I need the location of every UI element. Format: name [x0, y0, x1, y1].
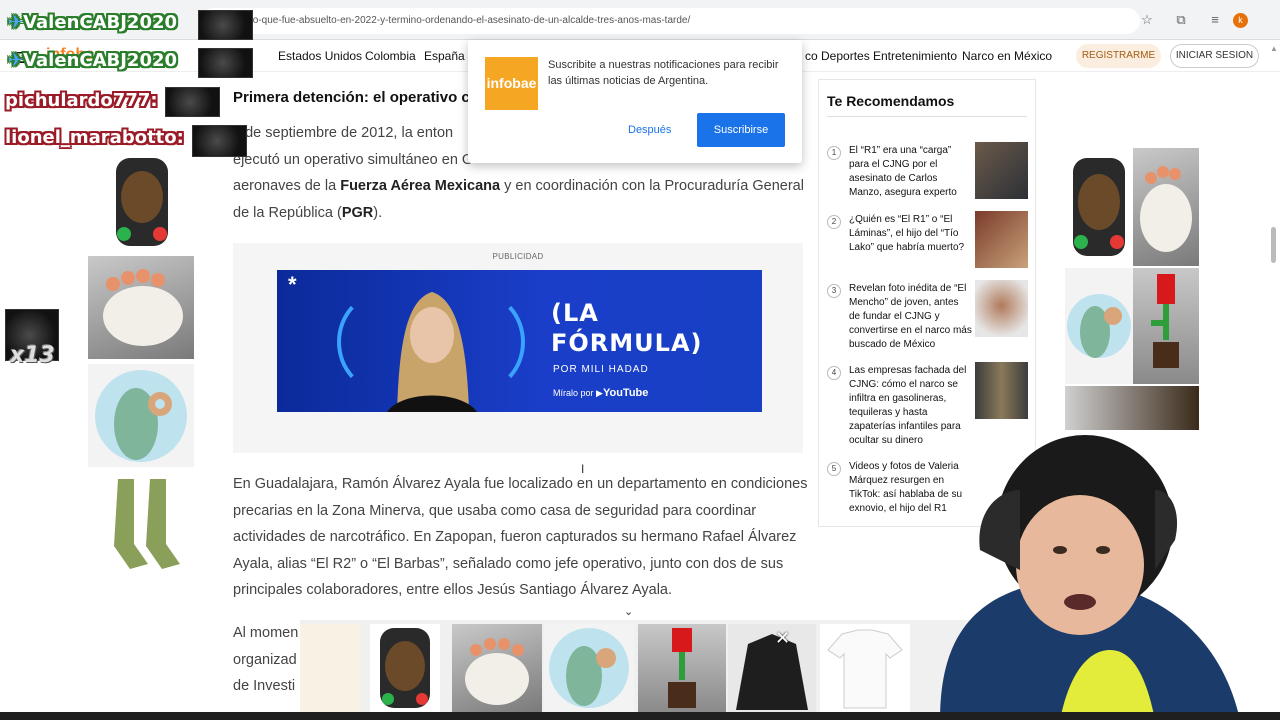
pixel-rose-image: [638, 624, 726, 712]
popup-message: Suscribite a nuestras notificaciones par…: [548, 59, 779, 87]
chat-username: lionel_marabotto:: [5, 127, 184, 148]
nav-item-deportes[interactable]: co Deportes: [805, 49, 870, 63]
item-headline[interactable]: Revelan foto inédita de “El Mencho” de j…: [849, 282, 972, 352]
croc-hand-image: [1133, 148, 1199, 266]
text-cursor-icon: I: [581, 462, 585, 476]
nav-item-estados-unidos[interactable]: Estados Unidos: [278, 49, 362, 63]
webcam-overlay: [920, 430, 1280, 720]
liberty-donut-image: [544, 624, 634, 712]
ad-title: (LA FÓRMULA): [551, 299, 703, 357]
item-number: 5: [827, 462, 841, 476]
youtube-play-icon: ▶: [596, 388, 603, 398]
croc-hand-image: [452, 624, 542, 712]
popup-logo: infobae: [485, 57, 538, 110]
nav-item-entretenimiento[interactable]: Entretenimiento: [873, 49, 957, 63]
login-button[interactable]: INICIAR SESION: [1170, 44, 1259, 68]
socks-image: [100, 474, 186, 574]
nav-item-espana[interactable]: España: [424, 49, 465, 63]
asterisk-icon: *: [288, 272, 297, 297]
item-number: 4: [827, 366, 841, 380]
product-image-partial: [1065, 386, 1199, 430]
article-paragraph-1b: ejecutó un operativo simultáneo en G: [233, 152, 473, 168]
ad-container: PUBLICIDAD * (LA FÓRMULA) POR MILI HADAD …: [233, 243, 803, 453]
bookmark-star-icon[interactable]: ☆: [1139, 12, 1155, 28]
backpack-image: [1065, 152, 1133, 260]
ad-banner[interactable]: * (LA FÓRMULA) POR MILI HADAD Míralo por …: [277, 270, 762, 412]
article-paragraph-2: En Guadalajara, Ramón Álvarez Ayala fue …: [233, 476, 808, 598]
article-paragraph-1d: de la República (PGR).: [233, 205, 383, 221]
item-number: 3: [827, 284, 841, 298]
article-paragraph-1a: 6 de septiembre de 2012, la enton: [233, 125, 454, 141]
chat-username: ✈ValenCABJ2020: [8, 12, 178, 33]
chat-username: pichulardo777:: [5, 90, 158, 111]
item-headline[interactable]: El “R1” era una “carga” para el CJNG por…: [849, 144, 972, 200]
item-number: 2: [827, 215, 841, 229]
item-thumbnail[interactable]: [975, 211, 1028, 268]
product-tile: [300, 624, 360, 712]
item-headline[interactable]: ¿Quién es “El R1” o “El Láminas”, el hij…: [849, 213, 972, 255]
scroll-up-icon[interactable]: ▲: [1270, 44, 1278, 53]
nav-item-narco-mexico[interactable]: Narco en México: [962, 49, 1052, 63]
backpack-image: [370, 624, 440, 712]
article-paragraph-1c: aeronaves de la Fuerza Aérea Mexicana y …: [233, 178, 804, 194]
liberty-donut-image: [88, 364, 194, 467]
shirt-image: [820, 624, 910, 712]
notification-popup: infobae Suscribite a nuestras notificaci…: [468, 40, 802, 163]
liberty-donut-image: [1065, 268, 1133, 384]
subscribe-button[interactable]: Suscribirse: [697, 113, 785, 147]
item-thumbnail[interactable]: [975, 142, 1028, 199]
extensions-icon[interactable]: ⧉: [1173, 12, 1189, 28]
item-thumbnail[interactable]: [975, 280, 1028, 337]
ad-host-photo: [387, 292, 477, 412]
taskbar: [0, 712, 1280, 720]
chevron-down-icon[interactable]: ⌄: [624, 605, 633, 618]
later-button[interactable]: Después: [628, 124, 671, 136]
backpack-image: [108, 152, 176, 248]
chat-emote: [165, 87, 220, 117]
chat-emote: [198, 48, 253, 78]
url-text: r1-el-narco-que-fue-absuelto-en-2022-y-t…: [210, 15, 691, 26]
jacket-image: [728, 624, 816, 712]
ad-youtube-cta: Míralo por ▶YouTube: [553, 387, 649, 399]
chat-emote: [198, 10, 253, 40]
pixel-rose-image: [1133, 268, 1199, 384]
browser-toolbar: r1-el-narco-que-fue-absuelto-en-2022-y-t…: [0, 0, 1280, 40]
close-icon[interactable]: ✕: [775, 628, 790, 649]
address-bar[interactable]: r1-el-narco-que-fue-absuelto-en-2022-y-t…: [200, 8, 1140, 34]
croc-hand-image: [88, 256, 194, 359]
page-scrollbar[interactable]: [1271, 227, 1276, 263]
profile-avatar[interactable]: k: [1233, 13, 1248, 28]
section-heading: Primera detención: el operativo c: [233, 89, 470, 106]
recommended-title: Te Recomendamos: [827, 93, 955, 109]
ad-subtitle: POR MILI HADAD: [553, 364, 649, 375]
register-button[interactable]: REGISTRARME: [1076, 44, 1161, 68]
item-thumbnail[interactable]: [975, 362, 1028, 419]
nav-item-colombia[interactable]: Colombia: [365, 49, 416, 63]
chat-username: ✈ValenCABJ2020: [8, 50, 178, 71]
chat-emote: [192, 125, 247, 157]
article-paragraph-3: Al momen organizad de Investi: [233, 625, 299, 694]
item-number: 1: [827, 146, 841, 160]
emote-counter: x13: [10, 343, 55, 368]
divider: [827, 116, 1027, 117]
ad-label: PUBLICIDAD: [492, 252, 544, 261]
reading-list-icon[interactable]: ≡: [1207, 12, 1223, 28]
